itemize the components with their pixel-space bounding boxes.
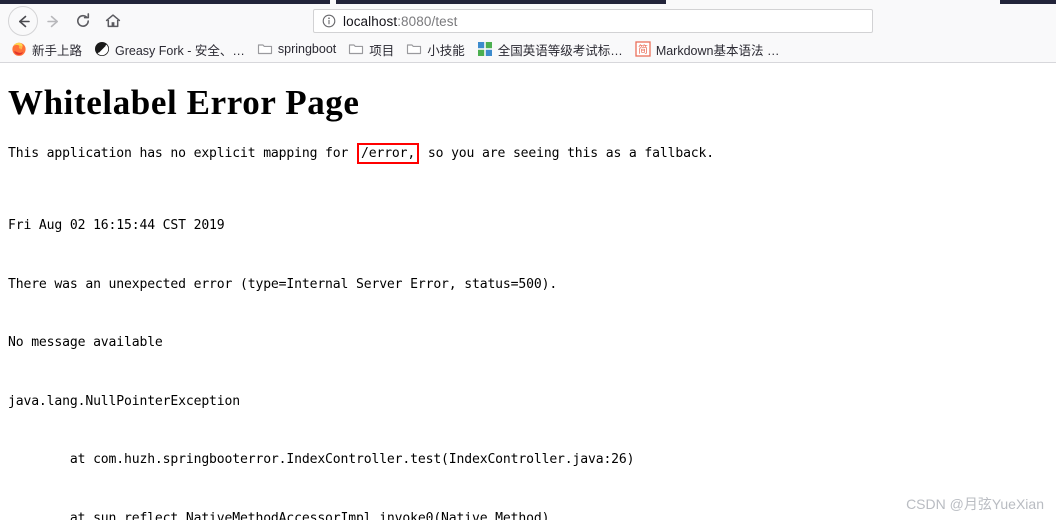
trace-line: at com.huzh.springbooterror.IndexControl… <box>8 452 635 467</box>
bookmark-item-firefox[interactable]: 新手上路 <box>6 39 87 59</box>
trace-exception: java.lang.NullPointerException <box>8 393 240 409</box>
bookmark-label: springboot <box>277 42 337 56</box>
browser-toolbar: localhost:8080/test <box>0 4 1056 38</box>
reload-icon <box>77 13 90 27</box>
grid-squares-icon <box>477 42 492 56</box>
browser-chrome: localhost:8080/test 新手上路 Greasy Fork - 安… <box>0 0 1056 63</box>
urlbar-container: localhost:8080/test <box>128 9 1048 33</box>
bookmark-folder-projects[interactable]: 项目 <box>343 39 399 59</box>
page-title: Whitelabel Error Page <box>8 83 360 122</box>
url-text: localhost:8080/test <box>343 14 457 29</box>
bookmarks-bar: 新手上路 Greasy Fork - 安全、… springboot 项目 小技… <box>0 38 1056 62</box>
stack-trace-block: Fri Aug 02 16:15:44 CST 2019 There was a… <box>8 177 1056 520</box>
greasyfork-icon <box>95 42 110 56</box>
folder-icon <box>257 44 272 55</box>
info-circle-icon[interactable] <box>322 14 336 28</box>
bookmark-label: 项目 <box>369 43 395 58</box>
folder-icon <box>407 44 422 55</box>
trace-line: at sun.reflect.NativeMethodAccessorImpl.… <box>8 510 550 521</box>
bookmark-label: 新手上路 <box>32 43 83 58</box>
bookmark-folder-skills[interactable]: 小技能 <box>401 39 470 59</box>
bookmark-folder-springboot[interactable]: springboot <box>252 39 341 59</box>
back-button[interactable] <box>8 6 38 36</box>
reload-button[interactable] <box>68 6 98 36</box>
error-description-after: so you are seeing this as a fallback. <box>427 146 714 161</box>
bookmark-label: 全国英语等级考试标… <box>497 43 623 58</box>
error-path-highlight: /error, <box>357 143 420 164</box>
svg-text:简: 简 <box>638 43 648 56</box>
home-button[interactable] <box>98 6 128 36</box>
bookmark-item-greasy-fork[interactable]: Greasy Fork - 安全、… <box>89 39 250 59</box>
jianshu-icon: 简 <box>635 41 651 57</box>
watermark: CSDN @月弦YueXian <box>906 496 1044 512</box>
address-bar[interactable]: localhost:8080/test <box>313 9 873 33</box>
page-content: Whitelabel Error Page This application h… <box>0 63 1056 520</box>
error-description-before: This application has no explicit mapping… <box>8 146 349 161</box>
url-host: localhost <box>343 13 398 29</box>
forward-button[interactable] <box>38 6 68 36</box>
trace-message-line: No message available <box>8 335 163 350</box>
forward-arrow-icon <box>46 15 58 27</box>
firefox-icon <box>12 42 26 56</box>
bookmark-item-markdown[interactable]: 简 Markdown基本语法 … <box>630 39 785 59</box>
url-path: :8080/test <box>397 13 458 29</box>
error-description: This application has no explicit mapping… <box>8 143 1056 164</box>
bookmark-label: Markdown基本语法 … <box>655 43 780 58</box>
back-arrow-icon <box>18 15 30 27</box>
trace-timestamp: Fri Aug 02 16:15:44 CST 2019 <box>8 218 225 233</box>
trace-error-line: There was an unexpected error (type=Inte… <box>8 276 558 292</box>
tab-strip-edge <box>0 0 1056 4</box>
bookmark-label: Greasy Fork - 安全、… <box>115 43 245 58</box>
home-icon <box>105 14 121 28</box>
bookmark-item-english-exam[interactable]: 全国英语等级考试标… <box>472 39 628 59</box>
bookmark-label: 小技能 <box>427 43 465 58</box>
folder-icon <box>349 44 364 55</box>
